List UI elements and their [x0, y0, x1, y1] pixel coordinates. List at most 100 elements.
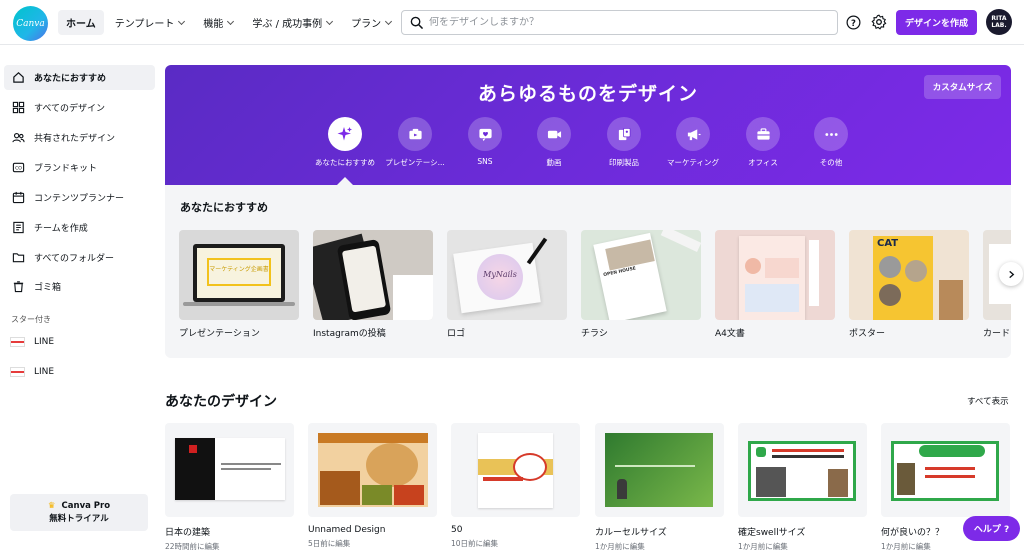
category-label: その他 — [819, 158, 843, 167]
category-for-you[interactable]: あなたにおすすめ — [313, 117, 377, 168]
template-card-presentation[interactable]: マーケティング企画書 プレゼンテーション — [179, 230, 299, 339]
starred-item-label: LINE — [34, 367, 55, 377]
category-sns[interactable]: SNS — [453, 117, 517, 166]
sidebar-item-label: ゴミ箱 — [34, 283, 62, 293]
sidebar-item-label: コンテンツプランナー — [34, 194, 125, 204]
chevron-down-icon — [326, 17, 334, 25]
custom-size-button[interactable]: カスタムサイズ — [923, 75, 1001, 99]
design-card[interactable]: 確定swellサイズ 1か月前に編集 — [738, 423, 867, 551]
template-label: ポスター — [849, 329, 886, 339]
design-card[interactable]: Unnamed Design 5日前に編集 — [308, 423, 437, 549]
svg-text:?: ? — [851, 18, 856, 28]
gear-icon[interactable] — [871, 14, 887, 30]
sidebar-item-all-designs[interactable]: すべてのデザイン — [4, 95, 155, 120]
template-card-flyer[interactable]: OPEN HOUSE チラシ — [581, 230, 701, 339]
see-all-link[interactable]: すべて表示 — [967, 395, 1009, 407]
category-more[interactable]: その他 — [799, 117, 863, 168]
brand-icon: CO — [12, 162, 25, 173]
sidebar-item-shared[interactable]: 共有されたデザイン — [4, 125, 155, 150]
category-label: マーケティング — [667, 158, 719, 167]
your-designs-title: あなたのデザイン — [165, 394, 277, 410]
scroll-right-button[interactable] — [999, 262, 1023, 286]
home-icon — [13, 72, 24, 83]
template-card-a4[interactable]: A4文書 — [715, 230, 835, 339]
video-icon — [537, 117, 571, 151]
starred-section-title: スター付き — [11, 315, 51, 324]
sidebar: あなたにおすすめ すべてのデザイン 共有されたデザイン CO ブランドキット コ… — [0, 46, 160, 551]
template-label: ロゴ — [447, 329, 466, 339]
canva-pro-trial-button[interactable]: ♛ Canva Pro 無料トライアル — [10, 494, 148, 531]
category-label: 動画 — [546, 158, 562, 167]
svg-text:CO: CO — [15, 166, 22, 172]
design-card[interactable]: カルーセルサイズ 1か月前に編集 — [595, 423, 724, 551]
crown-icon: ♛ — [47, 501, 56, 511]
category-print[interactable]: 印刷製品 — [592, 117, 656, 168]
nav-features[interactable]: 機能 — [195, 10, 241, 35]
nav-templates[interactable]: テンプレート — [107, 10, 193, 35]
design-thumbnail — [165, 423, 294, 517]
sidebar-item-trash[interactable]: ゴミ箱 — [4, 274, 155, 299]
nav-home[interactable]: ホーム — [58, 10, 104, 35]
sidebar-item-create-team[interactable]: チームを作成 — [4, 215, 155, 240]
category-label: プレゼンテーシ... — [385, 158, 445, 167]
category-label: 印刷製品 — [609, 158, 639, 167]
sidebar-item-label: 共有されたデザイン — [34, 134, 116, 144]
nav-plans[interactable]: プラン — [343, 10, 399, 35]
design-card[interactable]: 日本の建築 22時間前に編集 — [165, 423, 294, 551]
chevron-down-icon — [227, 17, 235, 25]
category-label: あなたにおすすめ — [315, 158, 375, 167]
sparkle-icon — [328, 117, 362, 151]
template-card-logo[interactable]: MyNails ロゴ — [447, 230, 567, 339]
chevron-down-icon — [385, 17, 393, 25]
sidebar-item-brand-kit[interactable]: CO ブランドキット — [4, 155, 155, 180]
category-label: オフィス — [748, 158, 778, 167]
chevron-down-icon — [178, 17, 186, 25]
design-thumbnail — [595, 423, 724, 517]
sidebar-item-for-you[interactable]: あなたにおすすめ — [4, 65, 155, 90]
search-input[interactable] — [429, 17, 809, 28]
category-video[interactable]: 動画 — [522, 117, 586, 168]
trash-icon — [13, 281, 24, 293]
print-icon — [607, 117, 641, 151]
template-thumbnail: マーケティング企画書 — [179, 230, 299, 320]
starred-item[interactable]: LINE — [10, 361, 155, 383]
heart-icon — [468, 117, 502, 151]
sidebar-item-folders[interactable]: すべてのフォルダー — [4, 245, 155, 270]
template-card-instagram[interactable]: Instagramの投稿 — [313, 230, 433, 339]
category-presentation[interactable]: プレゼンテーシ... — [383, 117, 447, 168]
create-design-button[interactable]: デザインを作成 — [896, 10, 977, 35]
template-thumbnail: OPEN HOUSE — [581, 230, 701, 320]
presentation-icon — [398, 117, 432, 151]
template-card-poster[interactable]: CAT ポスター — [849, 230, 969, 339]
help-icon[interactable]: ? — [846, 15, 861, 30]
template-thumbnail — [313, 230, 433, 320]
design-name: 確定swellサイズ — [738, 528, 806, 538]
design-thumbnail — [451, 423, 580, 517]
recommended-title: あなたにおすすめ — [180, 201, 268, 214]
design-anything-banner: あらゆるものをデザイン カスタムサイズ あなたにおすすめ プレゼンテーシ... … — [165, 65, 1011, 185]
design-thumbnail — [738, 423, 867, 517]
megaphone-icon — [676, 117, 710, 151]
nav-learn[interactable]: 学ぶ / 成功事例 — [244, 10, 340, 35]
help-button[interactable]: ヘルプ ? — [963, 516, 1020, 541]
template-label: プレゼンテーション — [179, 329, 260, 339]
template-label: A4文書 — [715, 329, 745, 339]
canva-logo[interactable]: Canva — [13, 6, 48, 41]
category-marketing[interactable]: マーケティング — [661, 117, 725, 168]
design-name: 日本の建築 — [165, 528, 211, 538]
starred-item-label: LINE — [34, 337, 55, 347]
more-icon — [814, 117, 848, 151]
sidebar-item-planner[interactable]: コンテンツプランナー — [4, 185, 155, 210]
avatar[interactable]: RITA LAB. — [986, 9, 1012, 35]
template-label: チラシ — [581, 329, 608, 339]
hero-title: あらゆるものをデザイン — [477, 83, 698, 105]
top-header: Canva ホーム テンプレート 機能 学ぶ / 成功事例 プラン ? デザイン… — [0, 0, 1024, 45]
category-office[interactable]: オフィス — [731, 117, 795, 168]
team-icon — [13, 221, 24, 234]
design-thumbnail — [10, 337, 25, 347]
starred-item[interactable]: LINE — [10, 331, 155, 353]
design-card[interactable]: 50 10日前に編集 — [451, 423, 580, 549]
people-icon — [12, 132, 25, 143]
sidebar-item-label: チームを作成 — [34, 224, 88, 234]
design-edited-time: 1か月前に編集 — [881, 542, 931, 551]
